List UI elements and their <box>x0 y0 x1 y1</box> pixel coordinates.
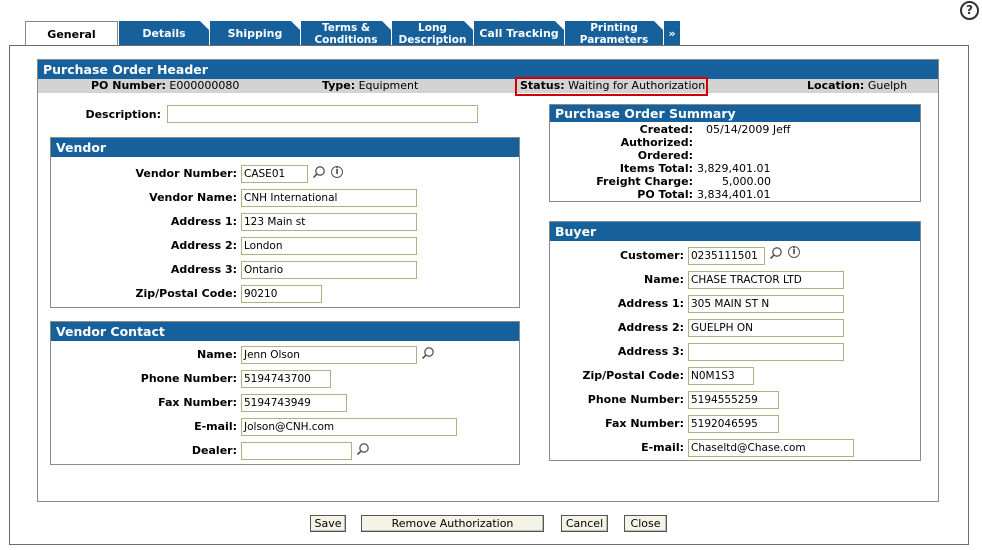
buyer-fax-input[interactable]: 5192046595 <box>688 415 779 433</box>
po-location: Location: Guelph <box>807 79 908 92</box>
status-highlight-box <box>515 77 708 96</box>
tab-terms-conditions[interactable]: Terms & Conditions <box>300 21 391 46</box>
po-type: Type: Equipment <box>322 79 419 92</box>
dealer-label: Dealer: <box>191 444 237 457</box>
tab-details[interactable]: Details <box>118 21 209 46</box>
contact-fax-input[interactable]: 5194743949 <box>241 394 347 412</box>
tab-label-line1: Terms & <box>321 21 371 34</box>
help-icon[interactable]: ? <box>960 1 979 20</box>
summary-authorized-label: Authorized: <box>620 136 693 149</box>
tab-general[interactable]: General <box>25 21 118 47</box>
vendor-info-icon[interactable]: i <box>331 166 343 178</box>
buyer-phone-input[interactable]: 5194555259 <box>688 391 779 409</box>
cancel-button[interactable]: Cancel <box>561 515 608 532</box>
vendor-name-label: Vendor Name: <box>149 191 237 204</box>
dealer-input[interactable] <box>241 442 352 460</box>
vendor-zip-label: Zip/Postal Code: <box>135 287 237 300</box>
tab-label-line1: Long <box>418 21 447 34</box>
contact-email-input[interactable]: Jolson@CNH.com <box>241 418 457 436</box>
summary-freight-value: 5,000.00 <box>722 175 771 188</box>
contact-phone-label: Phone Number: <box>140 372 237 385</box>
buyer-email-label: E-mail: <box>641 441 684 454</box>
tab-label: Call Tracking <box>479 26 559 40</box>
buyer-address3-input[interactable] <box>688 343 844 361</box>
summary-created-value: 05/14/2009 Jeff <box>706 123 791 136</box>
buyer-zip-input[interactable]: N0M1S3 <box>688 367 754 385</box>
save-button[interactable]: Save <box>310 515 346 532</box>
customer-input[interactable]: 0235111501 <box>688 247 765 265</box>
tab-printing-parameters[interactable]: Printing Parameters <box>564 21 663 46</box>
po-header-title: Purchase Order Header <box>38 60 938 79</box>
buyer-fax-label: Fax Number: <box>605 417 684 430</box>
po-info-bar: PO Number: E000000080 Type: Equipment St… <box>38 79 938 93</box>
contact-fax-label: Fax Number: <box>158 396 237 409</box>
buyer-email-input[interactable]: Chaseltd@Chase.com <box>688 439 854 457</box>
close-button[interactable]: Close <box>624 515 667 532</box>
buyer-name-label: Name: <box>644 273 684 286</box>
tab-label: General <box>47 27 96 41</box>
contact-email-label: E-mail: <box>194 420 237 433</box>
contact-name-input[interactable]: Jenn Olson <box>241 346 417 364</box>
buyer-address3-label: Address 3: <box>617 345 684 358</box>
vendor-number-label: Vendor Number: <box>135 167 237 180</box>
tab-label: » <box>668 26 676 40</box>
po-number: PO Number: E000000080 <box>91 79 240 92</box>
tab-label-line2: Parameters <box>579 33 649 46</box>
remove-authorization-button[interactable]: Remove Authorization <box>361 515 544 532</box>
vendor-address1-input[interactable]: 123 Main st <box>241 213 417 231</box>
tab-call-tracking[interactable]: Call Tracking <box>473 21 564 46</box>
description-input[interactable] <box>167 105 478 123</box>
summary-ordered-label: Ordered: <box>637 149 693 162</box>
tab-label-line2: Conditions <box>314 33 378 46</box>
buyer-address1-label: Address 1: <box>617 297 684 310</box>
contact-search-icon[interactable] <box>421 346 435 360</box>
tab-shipping[interactable]: Shipping <box>209 21 300 46</box>
buyer-address1-input[interactable]: 305 MAIN ST N <box>688 295 844 313</box>
tab-label: Details <box>142 26 186 40</box>
summary-total-value: 3,834,401.01 <box>697 188 771 201</box>
summary-items-value: 3,829,401.01 <box>697 162 771 175</box>
customer-info-icon[interactable]: i <box>788 246 800 258</box>
vendor-number-input[interactable]: CASE01 <box>241 165 308 183</box>
buyer-address2-label: Address 2: <box>617 321 684 334</box>
vendor-address2-label: Address 2: <box>170 239 237 252</box>
summary-total-label: PO Total: <box>637 188 693 201</box>
customer-label: Customer: <box>619 249 684 262</box>
summary-created-label: Created: <box>639 123 693 136</box>
buyer-phone-label: Phone Number: <box>587 393 684 406</box>
tab-label: Shipping <box>227 26 283 40</box>
vendor-name-input[interactable]: CNH International <box>241 189 417 207</box>
summary-items-label: Items Total: <box>619 162 693 175</box>
vendor-title: Vendor <box>51 138 519 157</box>
tab-label-line2: Description <box>398 33 467 46</box>
contact-name-label: Name: <box>197 348 237 361</box>
vendor-contact-title: Vendor Contact <box>51 322 519 341</box>
contact-phone-input[interactable]: 5194743700 <box>241 370 331 388</box>
po-summary-title: Purchase Order Summary <box>550 105 920 122</box>
tab-label-line1: Printing <box>590 21 638 34</box>
vendor-zip-input[interactable]: 90210 <box>241 285 322 303</box>
buyer-address2-input[interactable]: GUELPH ON <box>688 319 844 337</box>
vendor-address3-input[interactable]: Ontario <box>241 261 417 279</box>
buyer-title: Buyer <box>550 222 920 241</box>
buyer-zip-label: Zip/Postal Code: <box>582 369 684 382</box>
vendor-address2-input[interactable]: London <box>241 237 417 255</box>
description-label: Description: <box>85 108 161 121</box>
tab-more-button[interactable]: » <box>663 21 680 46</box>
vendor-search-icon[interactable] <box>312 165 326 179</box>
tab-long-description[interactable]: Long Description <box>391 21 473 46</box>
summary-freight-label: Freight Charge: <box>596 175 693 188</box>
dealer-search-icon[interactable] <box>356 442 370 456</box>
vendor-address3-label: Address 3: <box>170 263 237 276</box>
buyer-name-input[interactable]: CHASE TRACTOR LTD <box>688 271 844 289</box>
vendor-address1-label: Address 1: <box>170 215 237 228</box>
customer-search-icon[interactable] <box>769 246 783 260</box>
